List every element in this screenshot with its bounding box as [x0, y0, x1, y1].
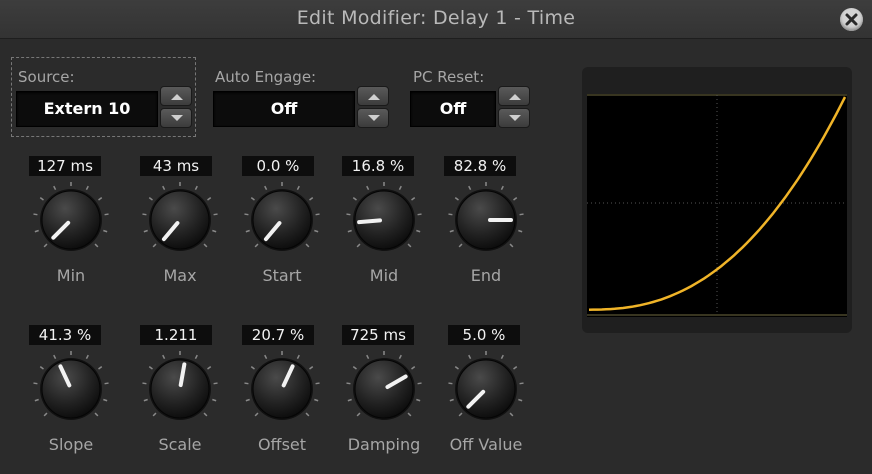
slope-knob[interactable] — [30, 348, 112, 430]
source-up-button[interactable] — [160, 86, 192, 106]
scale-label: Scale — [158, 435, 202, 454]
off-value-knob[interactable] — [445, 348, 527, 430]
arrow-down-icon — [171, 115, 183, 121]
mid-knob[interactable] — [343, 179, 425, 261]
damping-knob[interactable] — [343, 348, 425, 430]
pc-reset-up-button[interactable] — [498, 86, 530, 106]
edit-modifier-window: Edit Modifier: Delay 1 - Time Source: Ex… — [0, 0, 872, 474]
min-knob[interactable] — [30, 179, 112, 261]
slope-label: Slope — [48, 435, 94, 454]
offset-knob[interactable] — [241, 348, 323, 430]
mid-value-display: 16.8 % — [342, 156, 414, 176]
source-field[interactable]: Extern 10 — [16, 91, 158, 127]
arrow-up-icon — [368, 94, 380, 100]
auto-engage-label: Auto Engage: — [215, 68, 317, 86]
knob-graphic — [33, 351, 109, 420]
knob-graphic — [448, 351, 524, 420]
max-label: Max — [163, 266, 197, 285]
arrow-up-icon — [171, 94, 183, 100]
start-knob[interactable] — [241, 179, 323, 261]
pc-reset-field[interactable]: Off — [410, 91, 496, 127]
knob-graphic — [33, 182, 109, 251]
knob-graphic — [448, 182, 524, 251]
damping-value-display: 725 ms — [342, 325, 414, 345]
knob-graphic — [142, 182, 218, 251]
min-value-display: 127 ms — [29, 156, 101, 176]
slope-value-display: 41.3 % — [29, 325, 101, 345]
close-icon — [845, 13, 858, 26]
offset-label: Offset — [257, 435, 307, 454]
close-button[interactable] — [840, 8, 863, 31]
window-title: Edit Modifier: Delay 1 - Time — [296, 7, 576, 29]
auto-engage-spinner — [357, 86, 389, 128]
knob-graphic — [142, 351, 218, 420]
auto-engage-up-button[interactable] — [357, 86, 389, 106]
scale-value-display: 1.211 — [140, 325, 212, 345]
knob-graphic — [346, 182, 422, 251]
scale-knob[interactable] — [139, 348, 221, 430]
modifier-curve-graph — [582, 67, 852, 333]
offset-value-display: 20.7 % — [242, 325, 314, 345]
pc-reset-down-button[interactable] — [498, 108, 530, 128]
off-value-label: Off Value — [449, 435, 523, 454]
mid-label: Mid — [369, 266, 399, 285]
curve-plot — [587, 94, 847, 317]
arrow-down-icon — [368, 115, 380, 121]
damping-label: Damping — [347, 435, 421, 454]
arrow-down-icon — [509, 115, 521, 121]
knob-graphic — [244, 182, 320, 251]
max-knob[interactable] — [139, 179, 221, 261]
end-label: End — [470, 266, 502, 285]
source-spinner — [160, 86, 192, 128]
knob-graphic — [244, 351, 320, 420]
title-bar[interactable]: Edit Modifier: Delay 1 - Time — [0, 0, 872, 39]
auto-engage-field[interactable]: Off — [213, 91, 355, 127]
max-value-display: 43 ms — [140, 156, 212, 176]
start-label: Start — [262, 266, 302, 285]
auto-engage-down-button[interactable] — [357, 108, 389, 128]
end-value-display: 82.8 % — [444, 156, 516, 176]
min-label: Min — [56, 266, 86, 285]
pc-reset-label: PC Reset: — [413, 68, 485, 86]
source-label: Source: — [18, 68, 75, 86]
arrow-up-icon — [509, 94, 521, 100]
end-knob[interactable] — [445, 179, 527, 261]
start-value-display: 0.0 % — [242, 156, 314, 176]
off-value-display: 5.0 % — [448, 325, 520, 345]
source-down-button[interactable] — [160, 108, 192, 128]
knob-graphic — [346, 351, 422, 420]
pc-reset-spinner — [498, 86, 530, 128]
